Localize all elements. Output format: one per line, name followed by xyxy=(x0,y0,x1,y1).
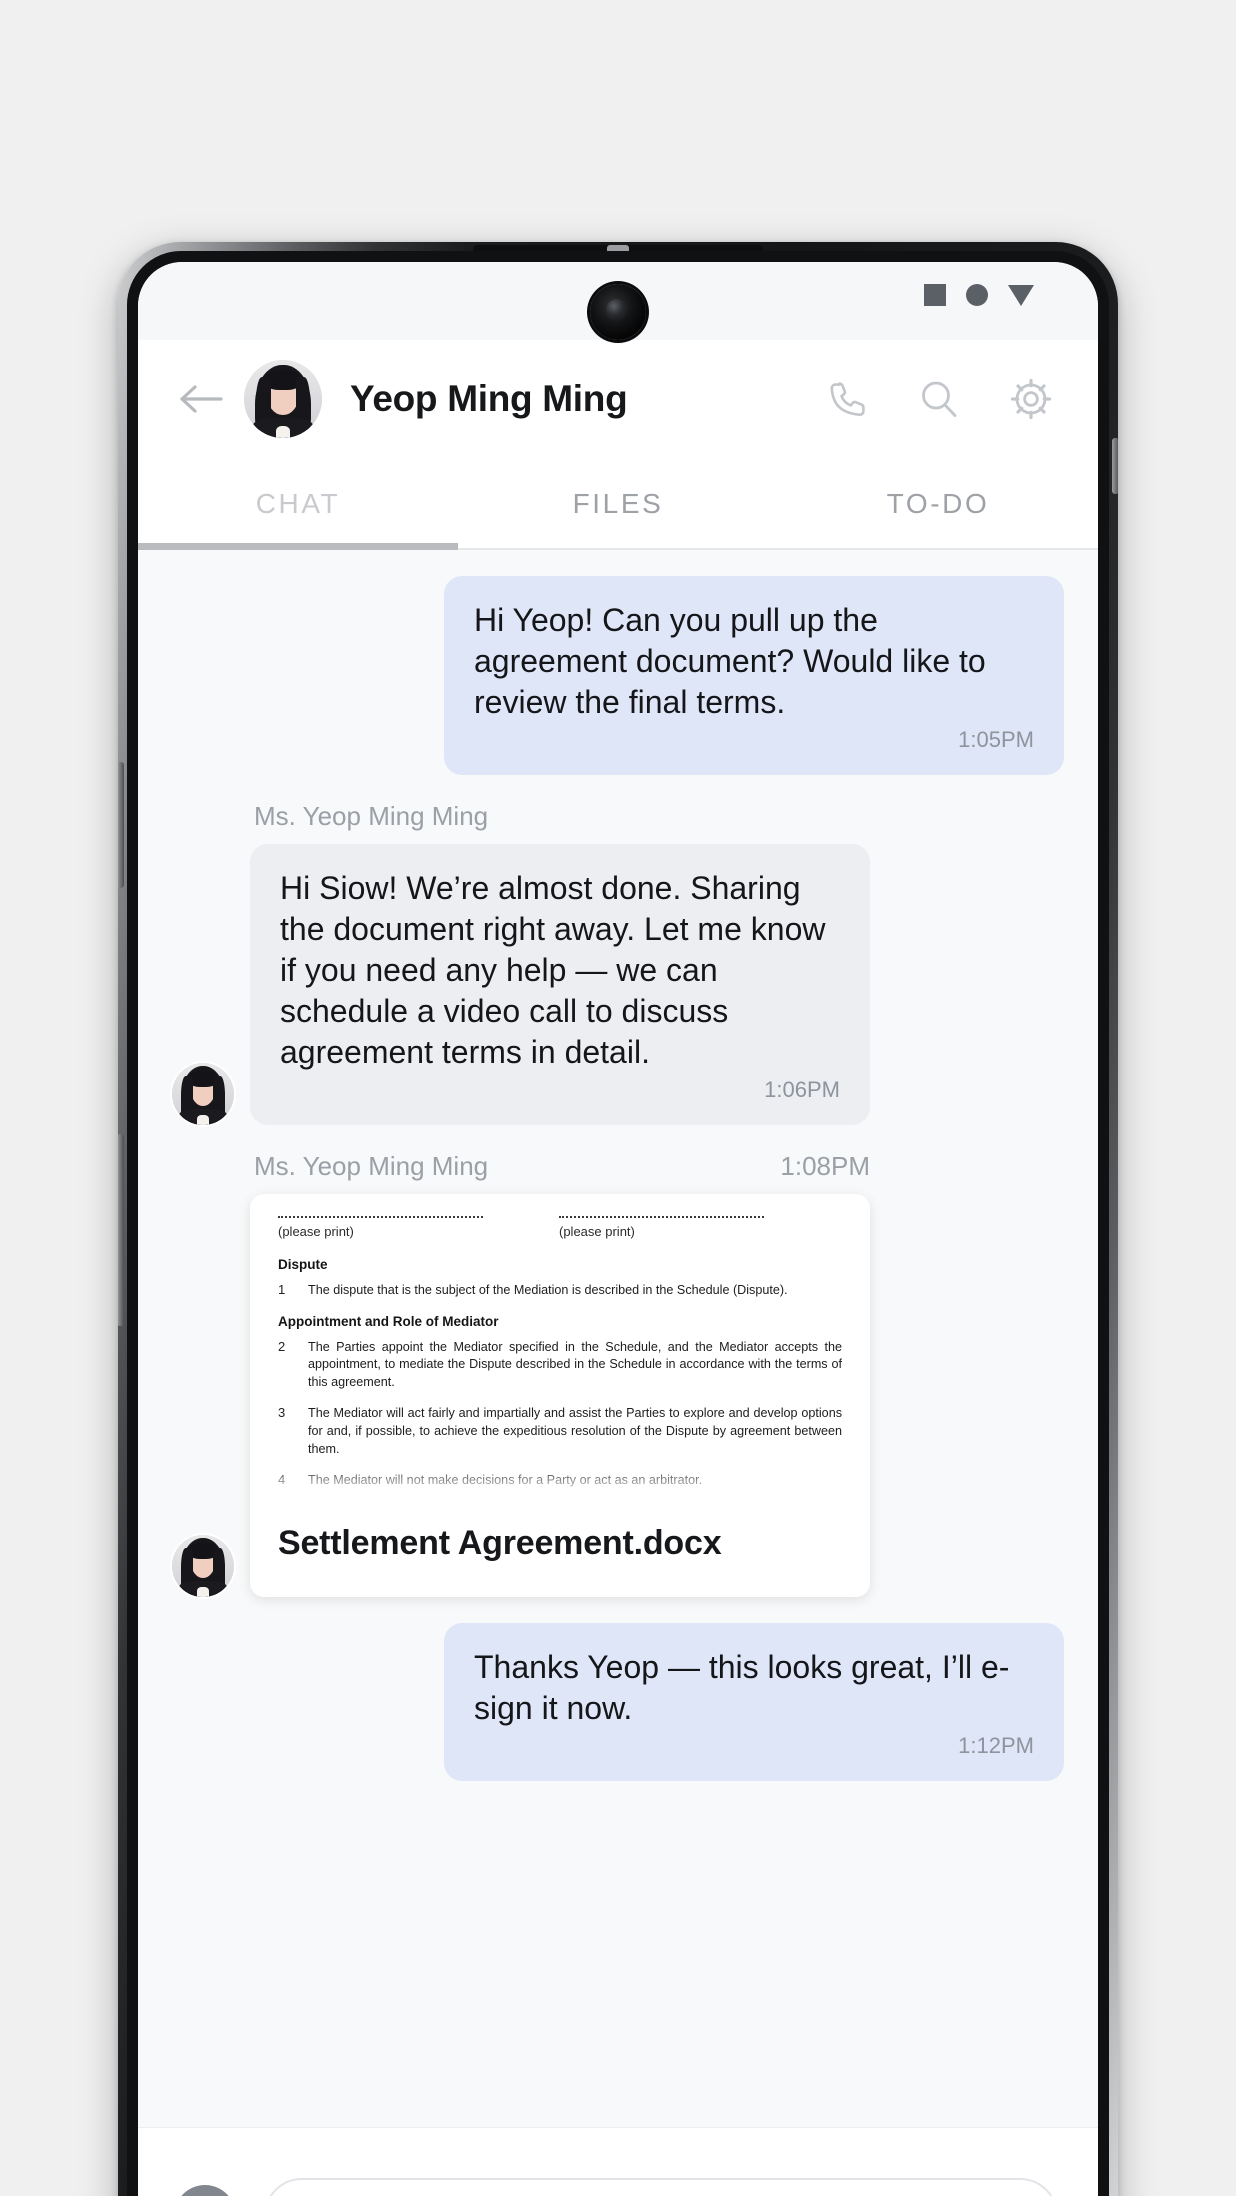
document-clause: 3 The Mediator will act fairly and impar… xyxy=(278,1405,842,1459)
triangle-down-icon xyxy=(1008,284,1034,306)
call-icon[interactable] xyxy=(824,376,870,422)
signature-block: (please print) xyxy=(559,1215,764,1239)
message-bubble-outgoing[interactable]: Hi Yeop! Can you pull up the agreement d… xyxy=(444,576,1064,775)
file-name-label: Settlement Agreement.docx xyxy=(278,1523,722,1562)
document-signature-row: (please print) (please print) xyxy=(278,1215,842,1239)
volume-up-button[interactable] xyxy=(118,762,124,888)
preview-fade-overlay xyxy=(250,1463,870,1500)
clause-text: The Mediator will act fairly and imparti… xyxy=(308,1406,842,1456)
avatar[interactable] xyxy=(172,1062,234,1125)
power-button[interactable] xyxy=(1112,438,1118,494)
circle-icon xyxy=(966,284,988,306)
file-column: Ms. Yeop Ming Ming 1:08PM (please print) xyxy=(250,1151,870,1597)
clause-number: 2 xyxy=(278,1338,286,1354)
message-text: Hi Siow! We’re almost done. Sharing the … xyxy=(280,869,826,1070)
document-section-heading: Appointment and Role of Mediator xyxy=(278,1313,499,1329)
message-composer: + Message xyxy=(138,2127,1098,2196)
message-timestamp: 1:06PM xyxy=(764,1076,840,1102)
message-list[interactable]: Hi Yeop! Can you pull up the agreement d… xyxy=(138,550,1098,2127)
signature-caption: (please print) xyxy=(559,1223,635,1239)
message-timestamp: 1:05PM xyxy=(958,726,1034,752)
tab-files[interactable]: FILES xyxy=(458,458,778,550)
file-attachment-card[interactable]: (please print) (please print) Dispute 1 … xyxy=(250,1193,870,1597)
file-message-wrapper: Ms. Yeop Ming Ming 1:08PM (please print) xyxy=(172,1151,870,1597)
header-actions xyxy=(824,376,1054,422)
front-camera-punch-hole xyxy=(590,284,646,340)
message-input[interactable]: Message xyxy=(264,2177,1058,2196)
document-preview-thumbnail[interactable]: (please print) (please print) Dispute 1 … xyxy=(250,1194,870,1500)
page-title: Yeop Ming Ming xyxy=(350,378,628,419)
screenshot-canvas: Yeop Ming Ming CHAT FILES TO-DO Hi Yeop!… xyxy=(0,0,1236,2196)
message-text: Hi Yeop! Can you pull up the agreement d… xyxy=(474,602,986,720)
tab-todo[interactable]: TO-DO xyxy=(778,458,1098,550)
search-icon[interactable] xyxy=(916,376,962,422)
volume-down-button[interactable] xyxy=(118,1134,124,1326)
avatar-portrait xyxy=(172,1534,234,1597)
clause-text: The dispute that is the subject of the M… xyxy=(308,1282,788,1297)
avatar[interactable] xyxy=(172,1534,234,1597)
message-row-outgoing: Thanks Yeop — this looks great, I’ll e-s… xyxy=(172,1622,1064,1781)
document-clause: 2 The Parties appoint the Mediator speci… xyxy=(278,1339,842,1393)
message-bubble-incoming[interactable]: Hi Siow! We’re almost done. Sharing the … xyxy=(250,843,870,1125)
avatar[interactable] xyxy=(244,360,322,438)
phone-device-frame: Yeop Ming Ming CHAT FILES TO-DO Hi Yeop!… xyxy=(118,242,1118,2196)
avatar-portrait xyxy=(244,360,322,438)
chat-header: Yeop Ming Ming xyxy=(138,340,1098,458)
sender-name: Ms. Yeop Ming Ming xyxy=(254,1150,489,1181)
incoming-column: Ms. Yeop Ming Ming Hi Siow! We’re almost… xyxy=(250,801,870,1125)
incoming-message-wrapper: Ms. Yeop Ming Ming Hi Siow! We’re almost… xyxy=(172,801,870,1125)
back-arrow-icon[interactable] xyxy=(176,373,228,425)
message-timestamp: 1:08PM xyxy=(780,1150,870,1181)
signature-block: (please print) xyxy=(278,1215,483,1239)
tab-chat[interactable]: CHAT xyxy=(138,458,458,550)
message-row-outgoing: Hi Yeop! Can you pull up the agreement d… xyxy=(172,576,1064,775)
message-row-file-attachment: Ms. Yeop Ming Ming 1:08PM (please print) xyxy=(172,1151,1064,1597)
clause-number: 1 xyxy=(278,1281,286,1297)
document-clause: 1 The dispute that is the subject of the… xyxy=(278,1282,842,1300)
avatar-portrait xyxy=(172,1062,234,1125)
sender-name: Ms. Yeop Ming Ming xyxy=(254,800,489,831)
message-bubble-outgoing[interactable]: Thanks Yeop — this looks great, I’ll e-s… xyxy=(444,1622,1064,1781)
message-row-incoming: Ms. Yeop Ming Ming Hi Siow! We’re almost… xyxy=(172,801,1064,1125)
phone-screen: Yeop Ming Ming CHAT FILES TO-DO Hi Yeop!… xyxy=(138,262,1098,2196)
clause-number: 3 xyxy=(278,1405,286,1421)
signature-caption: (please print) xyxy=(278,1223,354,1239)
square-icon xyxy=(924,284,946,306)
document-section-heading: Dispute xyxy=(278,1256,328,1272)
status-bar-icons xyxy=(924,284,1034,306)
settings-gear-icon[interactable] xyxy=(1008,376,1054,422)
message-text: Thanks Yeop — this looks great, I’ll e-s… xyxy=(474,1648,1010,1726)
message-timestamp: 1:12PM xyxy=(958,1732,1034,1758)
file-meta-row: Ms. Yeop Ming Ming 1:08PM xyxy=(250,1151,870,1182)
tab-bar: CHAT FILES TO-DO xyxy=(138,458,1098,550)
signature-dotted-line xyxy=(559,1215,764,1218)
tab-active-indicator xyxy=(138,543,458,550)
clause-text: The Parties appoint the Mediator specifi… xyxy=(308,1339,842,1390)
add-attachment-button[interactable]: + xyxy=(174,2184,236,2196)
signature-dotted-line xyxy=(278,1215,483,1218)
